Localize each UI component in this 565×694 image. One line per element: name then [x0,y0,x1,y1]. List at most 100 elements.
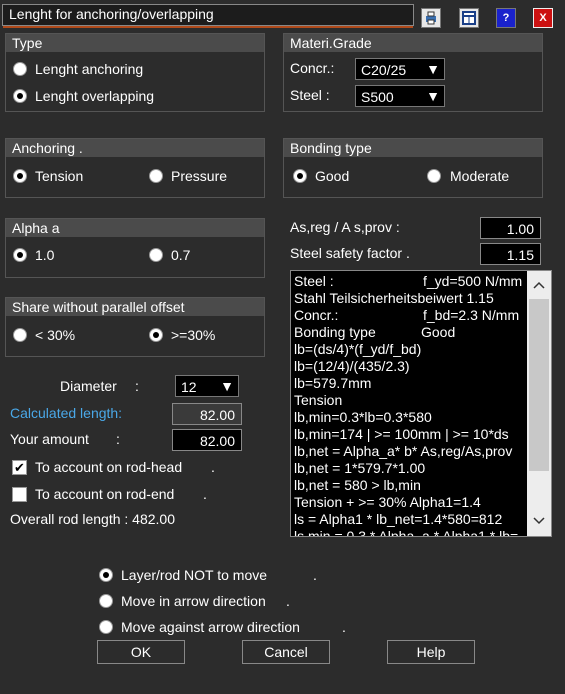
share-lt30-radio[interactable] [13,328,27,342]
move-arrow-label: Move in arrow direction [121,593,266,609]
bonding-good-label: Good [315,168,350,184]
tension-label: Tension [35,168,84,184]
anchoring-group-title: Anchoring . [12,140,83,156]
move-against-radio[interactable] [99,620,113,634]
move-arrow-dot: . [286,593,290,609]
help-button[interactable]: Help [387,640,475,664]
alpha-1-radio[interactable] [13,248,27,262]
steel-select[interactable]: S500 ▼ [355,85,445,107]
ok-button[interactable]: OK [97,640,185,664]
rod-head-checkbox[interactable]: ✔ [12,460,27,475]
diameter-label: Diameter [60,378,117,394]
calc-line: ls,min = 0.3 * Alpha_a * Alpha1 * lb= [294,528,519,537]
material-group: Materi.Grade Concr.: C20/25 ▼ Steel : S5… [283,33,543,112]
calc-line: Stahl Teilsicherheitsbeiwert 1.15 [294,290,494,306]
concrete-label: Concr.: [290,60,335,76]
calc-line: lb,net = 1*579.7*1.00 [294,460,426,476]
move-against-label: Move against arrow direction [121,619,300,635]
move-not-radio[interactable] [99,568,113,582]
type-anchoring-radio[interactable] [13,62,27,76]
calc-line-value: f_yd=500 N/mm [423,273,523,289]
amount-input[interactable]: 82.00 [172,429,242,451]
pressure-radio[interactable] [149,169,163,183]
close-button[interactable]: X [533,8,553,28]
rod-end-dot: . [203,486,207,502]
calc-line: Steel : [294,273,334,289]
material-group-header: Materi.Grade [284,34,542,52]
type-overlapping-radio[interactable] [13,89,27,103]
listbox-scrollbar[interactable] [527,271,551,536]
help-icon: ? [502,12,510,24]
steel-value: S500 [361,89,394,105]
scroll-down-icon[interactable] [533,517,545,525]
steel-label: Steel : [290,87,330,103]
alpha-07-radio[interactable] [149,248,163,262]
share-gte30-radio[interactable] [149,328,163,342]
scrollbar-thumb[interactable] [529,299,549,471]
calculated-length-label: Calculated length: [10,405,123,421]
material-group-title: Materi.Grade [290,35,372,51]
move-not-dot: . [313,567,317,583]
overall-rod-length: Overall rod length : 482.00 [10,511,175,527]
help-icon-button[interactable]: ? [496,8,516,28]
concrete-value: C20/25 [361,62,407,78]
title-bar: Lenght for anchoring/overlapping [2,4,414,28]
alpha-group: Alpha a 1.0 0.7 [5,218,265,278]
anchoring-group-header: Anchoring . [6,139,264,157]
calc-line: lb,min=0.3*lb=0.3*580 [294,409,432,425]
concrete-select[interactable]: C20/25 ▼ [355,58,445,80]
diameter-colon: : [135,378,139,394]
bonding-moderate-radio[interactable] [427,169,441,183]
alpha-07-label: 0.7 [171,247,191,263]
ratio-input[interactable]: 1.00 [480,217,541,239]
calc-line: lb,net = Alpha_a* b* As,reg/As,prov [294,443,513,459]
print-icon [426,11,436,25]
calc-line: Tension + >= 30% Alpha1=1.4 [294,494,481,510]
rod-end-checkbox[interactable] [12,487,27,502]
calc-line: lb,min=174 | >= 100mm | >= 10*ds [294,426,509,442]
share-group: Share without parallel offset < 30% >=30… [5,297,265,357]
calc-line: Bonding type [294,324,376,340]
share-lt30-label: < 30% [35,327,76,343]
type-anchoring-label: Lenght anchoring [35,61,144,77]
diameter-value: 12 [181,379,197,395]
ratio-label: As,reg / A s,prov : [290,219,400,235]
pressure-label: Pressure [171,168,228,184]
chevron-down-icon: ▼ [426,61,440,77]
calc-line: Tension [294,392,343,408]
amount-label: Your amount [10,431,89,447]
cancel-button[interactable]: Cancel [242,640,330,664]
rod-head-dot: . [211,459,215,475]
calc-line-value: Good [421,324,456,340]
help-label: Help [416,644,446,660]
bonding-good-radio[interactable] [293,169,307,183]
window-title: Lenght for anchoring/overlapping [9,6,214,22]
check-icon: ✔ [14,460,25,475]
calc-line: ls = Alpha1 * lb_net=1.4*580=812 [294,511,503,527]
tension-radio[interactable] [13,169,27,183]
calc-line: lb=(12/4)/(435/2.3) [294,358,410,374]
print-button[interactable] [421,8,441,28]
move-not-label: Layer/rod NOT to move [121,567,268,583]
alpha-group-title: Alpha a [12,220,60,236]
calculation-listbox[interactable]: Steel : f_yd=500 N/mm Stahl Teilsicherheit… [290,270,552,537]
scroll-up-icon[interactable] [533,281,545,289]
move-arrow-radio[interactable] [99,594,113,608]
move-against-dot: . [342,619,346,635]
rod-end-label: To account on rod-end [35,486,175,502]
chevron-down-icon: ▼ [426,88,440,104]
type-overlapping-label: Lenght overlapping [35,88,155,104]
title-accent-line [3,26,413,28]
safety-input[interactable]: 1.15 [480,243,541,265]
ok-label: OK [130,644,152,660]
diameter-select[interactable]: 12 ▼ [175,375,239,397]
close-icon: X [539,12,547,24]
bonding-moderate-label: Moderate [450,168,510,184]
bonding-group: Bonding type Good Moderate [283,138,543,198]
calc-line: lb=(ds/4)*(f_yd/f_bd) [294,341,422,357]
bonding-group-header: Bonding type [284,139,542,157]
alpha-1-label: 1.0 [35,247,55,263]
table-button[interactable] [459,8,479,28]
amount-value: 82.00 [199,433,235,449]
calculated-length-field: 82.00 [172,403,242,425]
